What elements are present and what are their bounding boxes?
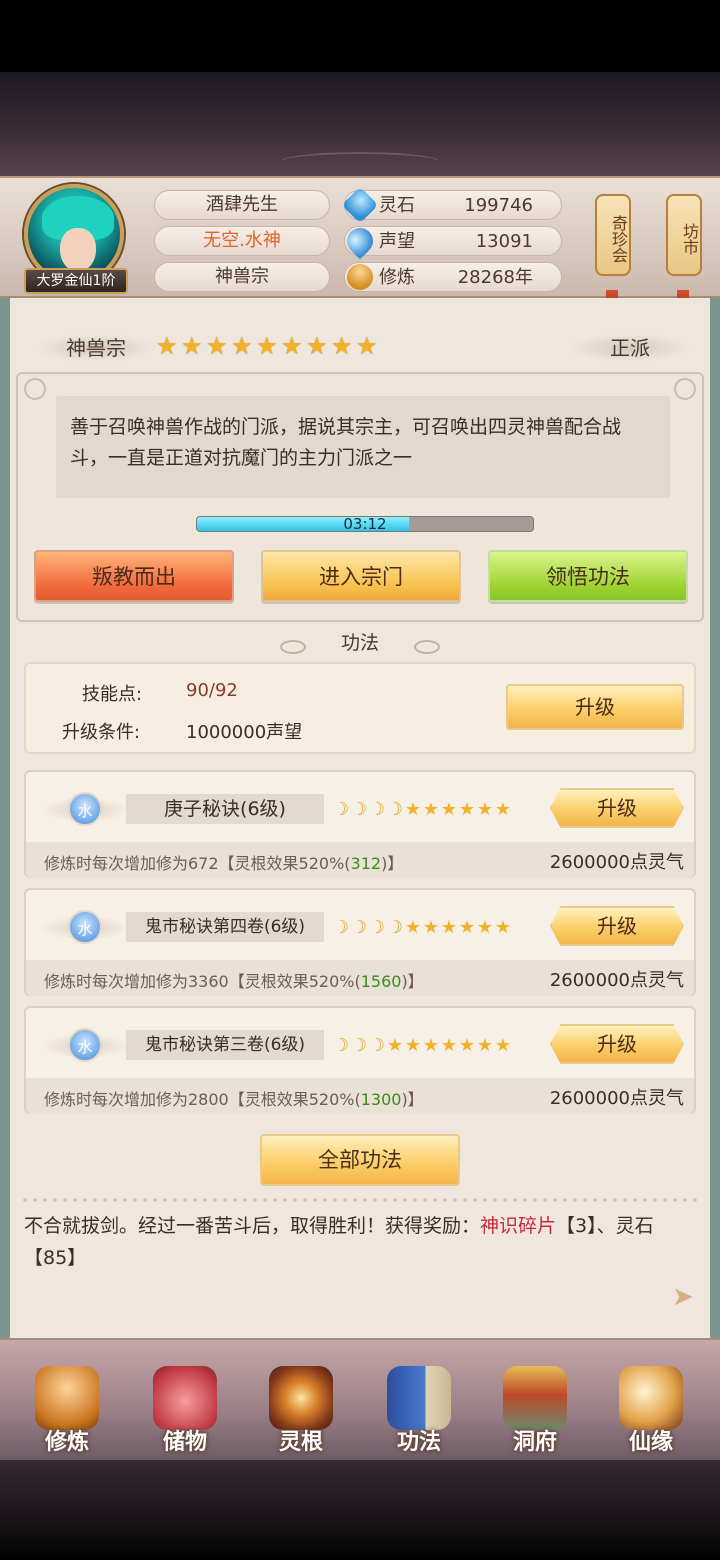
nav-immortal-fate[interactable]: 仙缘 [596, 1360, 706, 1460]
nav-technique[interactable]: 功法 [364, 1360, 474, 1460]
avatar[interactable]: 大罗金仙1阶 [18, 182, 130, 294]
next-arrow-icon[interactable]: ➤ [672, 1284, 704, 1310]
nav-spirit-root[interactable]: 灵根 [246, 1360, 356, 1460]
sect-stars: ★ ★ ★ ★ ★ ★ ★ ★ ★ [156, 332, 378, 360]
cultivation-icon [347, 264, 373, 290]
technique-effect: 修炼时每次增加修为2800【灵根效果520%(1300)】 [44, 1090, 424, 1109]
water-element-icon: 水 [68, 1028, 102, 1062]
spirit-root-icon [269, 1366, 333, 1430]
leave-sect-button[interactable]: 叛教而出 [34, 550, 234, 602]
water-element-icon: 水 [68, 792, 102, 826]
storage-bag-icon [153, 1366, 217, 1430]
technique-effect: 修炼时每次增加修为3360【灵根效果520%(1560)】 [44, 972, 424, 991]
stat-value: 13091 [475, 231, 533, 252]
sect-name: 神兽宗 [36, 334, 156, 362]
immortal-fate-icon [619, 1366, 683, 1430]
stat-cultivation: 修炼 28268年 [344, 262, 562, 292]
timer-progress-bar: 03:12 [196, 516, 534, 532]
log-text: 不合就拔剑。经过一番苦斗后，取得胜利！获得奖励： [24, 1215, 481, 1237]
reputation-icon [341, 222, 379, 260]
player-name: 酒肆先生 [154, 190, 330, 220]
stat-value: 199746 [464, 195, 533, 216]
rank-badge: 大罗金仙1阶 [24, 268, 128, 294]
top-decoration [0, 72, 720, 180]
timer-text: 03:12 [343, 516, 387, 532]
technique-rating: ☽ ☽ ☽ ★ ★ ★ ★ ★ ★ ★ [332, 1035, 512, 1056]
nav-storage[interactable]: 储物 [130, 1360, 240, 1460]
skill-points-box: 技能点: 90/92 升级条件: 1000000声望 升级 [24, 662, 696, 754]
technique-cost: 2600000点灵气 [549, 970, 684, 991]
technique-effect: 修炼时每次增加修为672【灵根效果520%(312)】 [44, 854, 404, 873]
nav-label: 储物 [162, 1430, 207, 1455]
player-title[interactable]: 无空.水神 [154, 226, 330, 256]
faction-label: 正派 [570, 334, 690, 362]
comprehend-technique-button[interactable]: 领悟功法 [488, 550, 688, 602]
treasure-fair-button[interactable]: 奇珍会 [595, 194, 631, 276]
technique-upgrade-button[interactable]: 升级 [550, 788, 684, 828]
nav-label: 功法 [396, 1430, 441, 1455]
nav-label: 仙缘 [628, 1430, 673, 1455]
sect-description: 善于召唤神兽作战的门派，据说其宗主，可召唤出四灵神兽配合战斗，一直是正道对抗魔门… [56, 396, 670, 498]
technique-cost: 2600000点灵气 [549, 852, 684, 873]
stat-spirit-stone: 灵石 199746 [341, 186, 562, 224]
nav-label: 修炼 [44, 1430, 89, 1455]
technique-name: 鬼市秘诀第四卷(6级) [126, 912, 324, 942]
divider [20, 1196, 700, 1204]
stat-label: 灵石 [379, 195, 415, 216]
sect-info-box: 善于召唤神兽作战的门派，据说其宗主，可召唤出四灵神兽配合战斗，一直是正道对抗魔门… [16, 372, 704, 622]
stat-value: 28268年 [457, 267, 533, 288]
log-reward-item: 神识碎片 [480, 1215, 557, 1237]
stat-reputation: 声望 13091 [341, 222, 562, 260]
nav-label: 灵根 [278, 1430, 323, 1455]
all-techniques-button[interactable]: 全部功法 [260, 1134, 460, 1186]
technique-upgrade-button[interactable]: 升级 [550, 1024, 684, 1064]
skill-upgrade-button[interactable]: 升级 [506, 684, 684, 730]
skill-points-value: 90/92 [186, 680, 238, 701]
technique-name: 鬼市秘诀第三卷(6级) [126, 1030, 324, 1060]
nav-cave-mansion[interactable]: 洞府 [480, 1360, 590, 1460]
technique-section-title: 功法 [280, 628, 440, 658]
technique-row: 水 庚子秘诀(6级) ☽ ☽ ☽ ☽ ★ ★ ★ ★ ★ ★ 升级 修炼时每次增加修为672【灵根… [24, 770, 696, 878]
technique-rating: ☽ ☽ ☽ ☽ ★ ★ ★ ★ ★ ★ [332, 917, 512, 938]
skill-points-label: 技能点: [82, 684, 143, 705]
nav-cultivate[interactable]: 修炼 [12, 1360, 122, 1460]
cultivate-icon [35, 1366, 99, 1430]
player-sect: 神兽宗 [154, 262, 330, 292]
technique-rating: ☽ ☽ ☽ ☽ ★ ★ ★ ★ ★ ★ [332, 799, 512, 820]
water-element-icon: 水 [68, 910, 102, 944]
event-log: 不合就拔剑。经过一番苦斗后，取得胜利！获得奖励：神识碎片【3】、灵石【85】 [24, 1210, 694, 1274]
technique-name: 庚子秘诀(6级) [126, 794, 324, 824]
bottom-decoration [0, 1460, 720, 1560]
spirit-stone-icon [341, 186, 379, 224]
technique-book-icon [387, 1366, 451, 1430]
stat-label: 声望 [379, 231, 415, 252]
technique-cost: 2600000点灵气 [549, 1088, 684, 1109]
technique-row: 水 鬼市秘诀第四卷(6级) ☽ ☽ ☽ ☽ ★ ★ ★ ★ ★ ★ 升级 修炼时每次增加修为336… [24, 888, 696, 996]
technique-row: 水 鬼市秘诀第三卷(6级) ☽ ☽ ☽ ★ ★ ★ ★ ★ ★ ★ 升级 修炼时每次增加修为280… [24, 1006, 696, 1114]
cave-mansion-icon [503, 1366, 567, 1430]
nav-label: 洞府 [512, 1430, 557, 1455]
game-screen: 大罗金仙1阶 酒肆先生 无空.水神 神兽宗 灵石 199746 声望 13091… [0, 0, 720, 1560]
upgrade-condition-label: 升级条件: [62, 722, 141, 743]
stat-label: 修炼 [379, 267, 415, 288]
market-button[interactable]: 坊市 [666, 194, 702, 276]
technique-upgrade-button[interactable]: 升级 [550, 906, 684, 946]
upgrade-condition-value: 1000000声望 [186, 722, 303, 743]
bottom-nav: 修炼 储物 灵根 功法 洞府 仙缘 [0, 1338, 720, 1460]
enter-sect-button[interactable]: 进入宗门 [261, 550, 461, 602]
